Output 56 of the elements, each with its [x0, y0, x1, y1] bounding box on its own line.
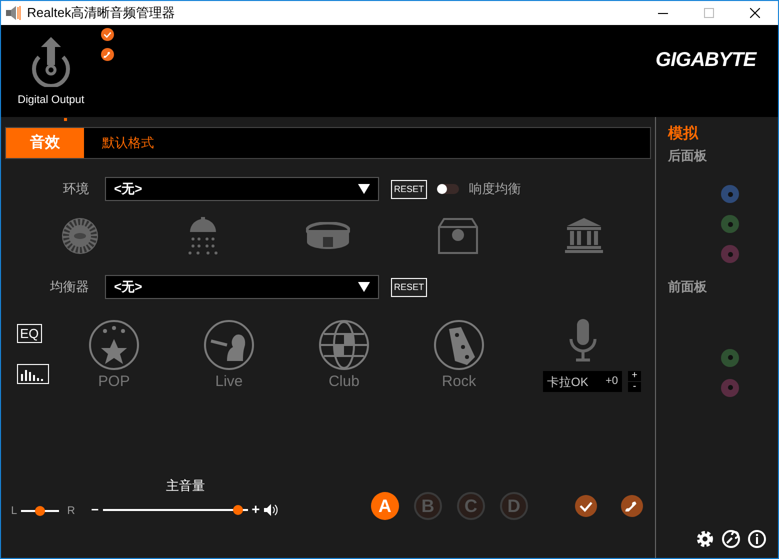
guitar-head-icon — [433, 319, 485, 371]
microphone-icon[interactable] — [568, 319, 598, 363]
slider-thumb[interactable] — [35, 506, 46, 516]
info-icon[interactable] — [748, 530, 766, 548]
power-arrow-icon[interactable] — [29, 35, 73, 87]
shower-icon[interactable] — [186, 217, 218, 255]
tab[interactable]: 默认格式 — [84, 128, 172, 158]
preset-dropdown[interactable]: <无> — [105, 177, 379, 201]
speaker-icon — [5, 5, 21, 21]
reset-button[interactable]: RESET — [391, 180, 428, 198]
stadium-icon[interactable] — [306, 222, 350, 250]
decrease-button[interactable]: - — [628, 382, 641, 392]
increase-button[interactable]: + — [628, 371, 641, 381]
panel-title: 模拟 — [668, 124, 700, 144]
dropdown-arrow-icon — [358, 184, 370, 194]
volume-label: 主音量 — [166, 476, 205, 494]
karaoke-field[interactable]: 卡拉OK +0 — [543, 371, 622, 392]
eq-button[interactable]: EQ — [17, 324, 42, 343]
right-label: R — [67, 504, 76, 518]
phone-icon[interactable] — [620, 495, 643, 517]
reset-button[interactable]: RESET — [391, 278, 428, 296]
preset-label[interactable]: POP — [98, 371, 130, 394]
minimize-icon — [658, 12, 668, 14]
preset-label[interactable]: Live — [215, 371, 243, 394]
singer-icon — [203, 319, 255, 371]
equalizer-bars-icon[interactable] — [17, 364, 49, 384]
volume-minus[interactable]: − — [91, 500, 99, 520]
brand-logo: GIGABYTE — [656, 48, 756, 73]
toggle-switch[interactable] — [437, 184, 460, 194]
window-title: Realtek高清晰音频管理器 — [27, 4, 176, 22]
device-label[interactable]: Digital Output — [18, 92, 84, 108]
star-badge-icon — [88, 319, 140, 371]
field-label: 均衡器 — [49, 278, 90, 296]
preset-label[interactable]: Club — [328, 371, 360, 394]
slider-thumb[interactable] — [232, 504, 243, 514]
panel-label: 前面板 — [668, 278, 708, 296]
museum-icon[interactable] — [565, 218, 603, 254]
field-label: 环境 — [62, 180, 90, 198]
wrench-icon[interactable] — [722, 530, 740, 548]
check-icon[interactable] — [574, 495, 597, 517]
phone-icon[interactable] — [101, 48, 114, 61]
speaker-icon[interactable] — [264, 504, 280, 516]
check-icon[interactable] — [101, 28, 114, 41]
preset-label[interactable]: Rock — [442, 371, 476, 394]
panel-label: 后面板 — [668, 146, 708, 164]
settings-icon[interactable] — [696, 530, 714, 548]
box-stage-icon[interactable] — [438, 218, 478, 254]
left-label: L — [11, 504, 18, 518]
volume-plus[interactable]: + — [252, 499, 260, 520]
maximize-icon — [704, 8, 714, 18]
toggle-label: 响度均衡 — [469, 180, 522, 198]
dropdown-arrow-icon — [358, 282, 370, 292]
close-icon — [750, 8, 760, 18]
globe-icon — [318, 319, 370, 371]
manhole-cover-icon[interactable] — [61, 217, 99, 255]
preset-dropdown[interactable]: <无> — [105, 275, 379, 299]
